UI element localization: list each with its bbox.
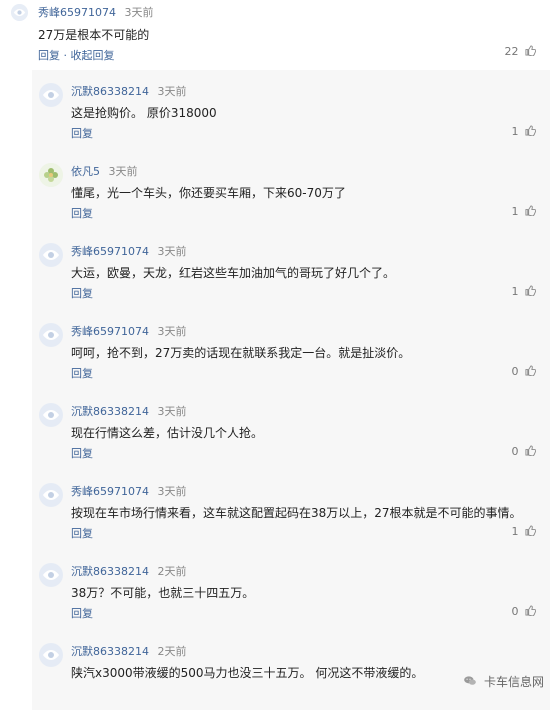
thumb-up-icon [525, 445, 537, 457]
reply-text: 懂尾，光一个车头，你还要买车厢，下来60-70万了 [71, 186, 346, 200]
reply-user-line: 沉默86338214 2天前 [71, 563, 187, 579]
reply-button[interactable]: 回复 [71, 525, 93, 541]
reply-time: 2天前 [157, 645, 187, 658]
like-button[interactable]: 0 [512, 365, 537, 378]
reply-button[interactable]: 回复 [71, 285, 93, 301]
reply-time: 3天前 [157, 325, 187, 338]
reply-username[interactable]: 秀峰65971074 [71, 485, 149, 498]
reply-text: 大运，欧曼，天龙，红岩这些车加油加气的哥玩了好几个了。 [71, 266, 396, 280]
reply-user-line: 沉默86338214 3天前 [71, 403, 187, 419]
reply-list: 沉默86338214 3天前 这是抢购价。 原价318000 回复 1 依凡5 … [32, 70, 550, 710]
reply-button[interactable]: 回复 [71, 205, 93, 221]
reply-time: 3天前 [157, 245, 187, 258]
like-button[interactable]: 1 [512, 285, 537, 298]
reply-button[interactable]: 回复 [71, 605, 93, 621]
top-comment: 秀峰65971074 3天前 27万是根本不可能的 回复 · 收起回复 22 [0, 0, 550, 70]
reply-user-line: 依凡5 3天前 [71, 163, 138, 179]
like-count: 0 [511, 605, 519, 618]
comment-user-line: 秀峰65971074 3天前 [38, 4, 154, 20]
like-count: 0 [511, 365, 519, 378]
reply-user-line: 沉默86338214 3天前 [71, 83, 187, 99]
reply-text: 38万？不可能，也就三十四五万。 [71, 586, 255, 600]
like-button[interactable]: 0 [512, 445, 537, 458]
reply-time: 3天前 [157, 85, 187, 98]
thumb-up-icon [525, 525, 537, 537]
thumb-up-icon [525, 45, 537, 57]
like-button[interactable]: 1 [512, 125, 537, 138]
thumb-up-icon [525, 365, 537, 377]
avatar-icon[interactable] [39, 323, 63, 347]
reply-text: 现在行情这么差，估计没几个人抢。 [71, 426, 264, 440]
avatar-icon[interactable] [39, 483, 63, 507]
reply-item: 沉默86338214 3天前 现在行情这么差，估计没几个人抢。 回复 0 [32, 390, 550, 470]
reply-username[interactable]: 秀峰65971074 [71, 325, 149, 338]
avatar-icon[interactable] [39, 243, 63, 267]
thumb-up-icon [525, 285, 537, 297]
reply-text: 按现在车市场行情来看，这车就这配置起码在38万以上，27根本就是不可能的事情。 [71, 506, 522, 520]
avatar-icon[interactable] [39, 563, 63, 587]
reply-item: 沉默86338214 3天前 这是抢购价。 原价318000 回复 1 [32, 70, 550, 150]
reply-item: 秀峰65971074 3天前 按现在车市场行情来看，这车就这配置起码在38万以上… [32, 470, 550, 550]
like-count: 1 [511, 285, 519, 298]
like-count: 0 [511, 445, 519, 458]
like-count: 22 [504, 45, 519, 58]
watermark-text: 卡车信息网 [483, 675, 544, 689]
avatar-icon[interactable] [11, 4, 28, 21]
source-watermark: 卡车信息网 [463, 673, 544, 690]
thumb-up-icon [525, 605, 537, 617]
reply-item: 秀峰65971074 3天前 大运，欧曼，天龙，红岩这些车加油加气的哥玩了好几个… [32, 230, 550, 310]
reply-text: 呵呵，抢不到，27万卖的话现在就联系我定一台。就是扯淡价。 [71, 346, 411, 360]
reply-button[interactable]: 回复 [71, 125, 93, 141]
collapse-replies-button[interactable]: 收起回复 [71, 49, 115, 62]
flower-avatar-icon[interactable] [39, 163, 63, 187]
like-count: 1 [511, 205, 519, 218]
reply-button[interactable]: 回复 [71, 365, 93, 381]
reply-username[interactable]: 沉默86338214 [71, 565, 149, 578]
reply-time: 3天前 [157, 405, 187, 418]
wechat-icon [463, 674, 477, 688]
action-separator: · [63, 49, 68, 62]
avatar-icon[interactable] [39, 643, 63, 667]
reply-user-line: 秀峰65971074 3天前 [71, 483, 187, 499]
comment-username[interactable]: 秀峰65971074 [38, 6, 116, 19]
reply-user-line: 秀峰65971074 3天前 [71, 243, 187, 259]
reply-text: 这是抢购价。 原价318000 [71, 106, 217, 120]
like-button[interactable]: 0 [512, 605, 537, 618]
reply-user-line: 秀峰65971074 3天前 [71, 323, 187, 339]
reply-item: 沉默86338214 2天前 38万？不可能，也就三十四五万。 回复 0 [32, 550, 550, 630]
reply-time: 2天前 [157, 565, 187, 578]
reply-username[interactable]: 秀峰65971074 [71, 245, 149, 258]
reply-username[interactable]: 沉默86338214 [71, 405, 149, 418]
reply-text: 陕汽x3000带液缓的500马力也没三十五万。 何况这不带液缓的。 [71, 666, 424, 680]
reply-username[interactable]: 沉默86338214 [71, 85, 149, 98]
reply-item: 沉默86338214 2天前 陕汽x3000带液缓的500马力也没三十五万。 何… [32, 630, 550, 710]
reply-item: 依凡5 3天前 懂尾，光一个车头，你还要买车厢，下来60-70万了 回复 1 [32, 150, 550, 230]
avatar-icon[interactable] [39, 83, 63, 107]
like-button[interactable]: 22 [505, 45, 537, 58]
reply-user-line: 沉默86338214 2天前 [71, 643, 187, 659]
reply-time: 3天前 [157, 485, 187, 498]
reply-time: 3天前 [108, 165, 138, 178]
reply-button[interactable]: 回复 [71, 445, 93, 461]
reply-item: 秀峰65971074 3天前 呵呵，抢不到，27万卖的话现在就联系我定一台。就是… [32, 310, 550, 390]
thumb-up-icon [525, 205, 537, 217]
reply-username[interactable]: 依凡5 [71, 165, 100, 178]
avatar-icon[interactable] [39, 403, 63, 427]
comment-time: 3天前 [124, 6, 154, 19]
like-button[interactable]: 1 [512, 525, 537, 538]
reply-username[interactable]: 沉默86338214 [71, 645, 149, 658]
like-count: 1 [511, 525, 519, 538]
thumb-up-icon [525, 125, 537, 137]
comment-actions: 回复 · 收起回复 [38, 47, 115, 63]
comment-text: 27万是根本不可能的 [38, 28, 150, 42]
like-button[interactable]: 1 [512, 205, 537, 218]
like-count: 1 [511, 125, 519, 138]
reply-button[interactable]: 回复 [38, 49, 60, 62]
